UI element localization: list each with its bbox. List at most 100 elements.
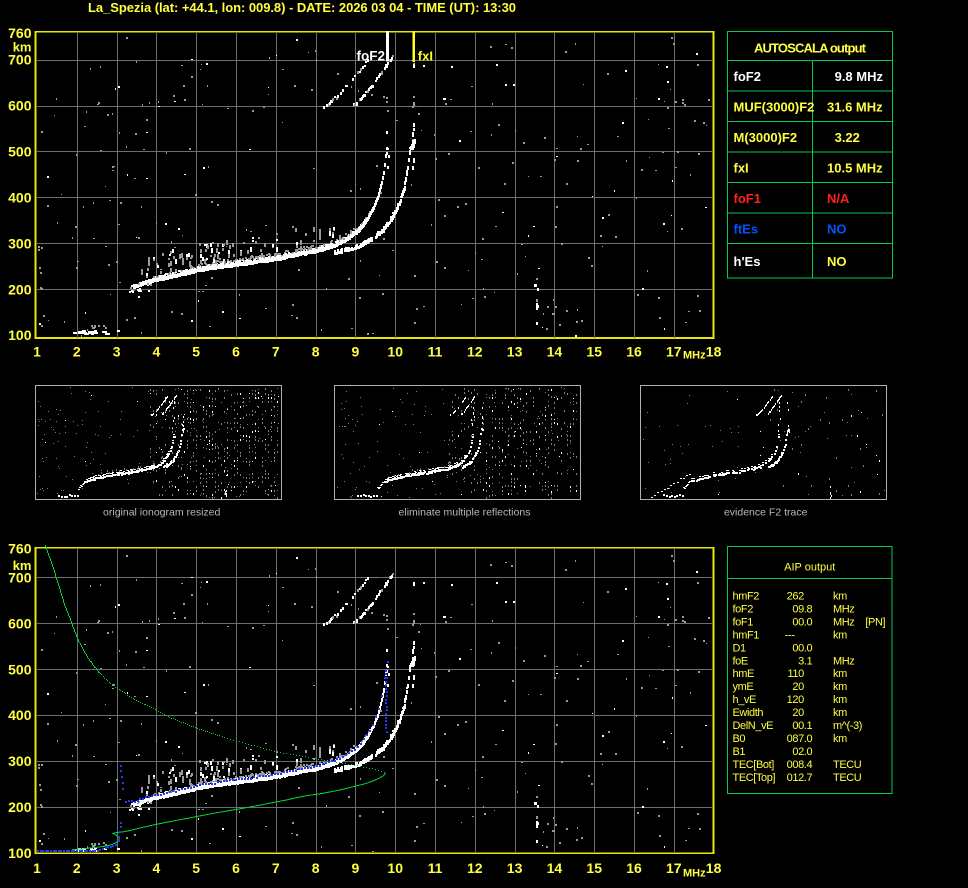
svg-text:km: km [833, 707, 847, 719]
svg-text:00: 00 [792, 720, 804, 732]
svg-text:09: 09 [792, 603, 804, 615]
svg-text:---: --- [785, 629, 796, 641]
svg-text:17: 17 [666, 860, 682, 876]
svg-text:760: 760 [8, 541, 32, 557]
svg-text:20: 20 [792, 681, 804, 693]
svg-text:10: 10 [387, 860, 403, 876]
svg-text:foE: foE [733, 655, 748, 667]
svg-text:6: 6 [232, 343, 240, 359]
svg-text:600: 600 [8, 98, 32, 114]
svg-text:100: 100 [8, 845, 32, 861]
svg-text:km: km [833, 591, 847, 603]
svg-text:MHz: MHz [833, 603, 854, 615]
svg-text:foF1: foF1 [734, 191, 761, 206]
svg-text:foF2: foF2 [734, 69, 761, 84]
svg-text:foF1: foF1 [733, 616, 754, 628]
svg-text:D1: D1 [733, 642, 747, 654]
svg-text:02: 02 [792, 746, 804, 758]
svg-text:foF2: foF2 [357, 49, 386, 64]
svg-text:N/A: N/A [827, 191, 850, 206]
svg-text:300: 300 [8, 753, 32, 769]
svg-text:km: km [13, 40, 32, 55]
svg-text:100: 100 [8, 327, 32, 343]
svg-text:[PN]: [PN] [865, 616, 885, 628]
svg-text:12: 12 [467, 343, 483, 359]
svg-text:120: 120 [787, 694, 804, 706]
svg-text:foF2: foF2 [733, 603, 754, 615]
svg-text:8: 8 [312, 860, 320, 876]
svg-text:MHz: MHz [833, 616, 854, 628]
svg-text:00: 00 [792, 642, 804, 654]
svg-text:200: 200 [8, 799, 32, 815]
svg-text:11: 11 [428, 860, 443, 876]
svg-text:MHz: MHz [683, 868, 706, 880]
svg-text:12: 12 [467, 860, 483, 876]
svg-text:110: 110 [787, 668, 804, 680]
svg-text:31.6 MHz: 31.6 MHz [827, 99, 883, 114]
svg-text:.1: .1 [804, 655, 813, 667]
svg-text:La_Spezia (lat: +44.1, lon: 00: La_Spezia (lat: +44.1, lon: 009.8) - DAT… [88, 0, 516, 15]
svg-text:14: 14 [547, 343, 563, 359]
svg-text:B1: B1 [733, 746, 746, 758]
svg-text:262: 262 [787, 591, 804, 603]
svg-text:300: 300 [8, 235, 32, 251]
svg-text:15: 15 [586, 860, 602, 876]
svg-text:3.22: 3.22 [835, 130, 860, 145]
svg-text:km: km [833, 694, 847, 706]
svg-text:14: 14 [547, 860, 563, 876]
svg-text:NO: NO [827, 221, 847, 236]
svg-text:km: km [833, 733, 847, 745]
svg-text:7: 7 [272, 860, 280, 876]
svg-text:15: 15 [586, 343, 602, 359]
svg-text:h_vE: h_vE [733, 694, 757, 706]
svg-text:1: 1 [33, 860, 41, 876]
svg-text:18: 18 [706, 860, 722, 876]
svg-text:fxI: fxI [418, 49, 433, 64]
svg-text:13: 13 [507, 860, 523, 876]
svg-text:km: km [13, 558, 32, 573]
svg-text:km: km [833, 629, 847, 641]
svg-text:eliminate multiple reflections: eliminate multiple reflections [399, 507, 531, 519]
svg-text:hmF2: hmF2 [733, 591, 760, 603]
svg-text:Ewidth: Ewidth [733, 707, 764, 719]
svg-text:00: 00 [792, 616, 804, 628]
svg-text:MHz: MHz [683, 350, 706, 362]
svg-text:3: 3 [113, 343, 121, 359]
svg-text:TEC[Bot]: TEC[Bot] [733, 759, 775, 771]
svg-text:11: 11 [428, 343, 443, 359]
svg-text:9: 9 [352, 860, 360, 876]
svg-text:087: 087 [787, 733, 804, 745]
svg-text:.0: .0 [804, 746, 813, 758]
svg-text:1: 1 [33, 343, 41, 359]
svg-text:20: 20 [792, 707, 804, 719]
svg-text:500: 500 [8, 143, 32, 159]
svg-text:10: 10 [387, 343, 403, 359]
svg-text:hmF1: hmF1 [733, 629, 760, 641]
svg-text:7: 7 [272, 343, 280, 359]
svg-text:.0: .0 [804, 733, 813, 745]
svg-text:2: 2 [73, 343, 81, 359]
svg-text:original ionogram resized: original ionogram resized [103, 507, 220, 519]
svg-text:ftEs: ftEs [734, 221, 759, 236]
svg-text:8: 8 [312, 343, 320, 359]
svg-text:.8: .8 [804, 603, 813, 615]
svg-text:6: 6 [232, 860, 240, 876]
svg-text:18: 18 [706, 343, 722, 359]
svg-text:AIP output: AIP output [784, 562, 835, 574]
svg-text:17: 17 [666, 343, 682, 359]
svg-text:13: 13 [507, 343, 523, 359]
svg-text:.0: .0 [804, 616, 813, 628]
svg-text:AUTOSCALA output: AUTOSCALA output [754, 41, 867, 56]
svg-text:km: km [833, 668, 847, 680]
svg-text:MHz: MHz [833, 655, 854, 667]
svg-text:TEC[Top]: TEC[Top] [733, 772, 776, 784]
svg-text:ymE: ymE [733, 681, 754, 693]
svg-text:B0: B0 [733, 733, 746, 745]
svg-text:16: 16 [626, 343, 642, 359]
svg-text:400: 400 [8, 707, 32, 723]
svg-text:.0: .0 [804, 642, 813, 654]
svg-text:m^(-3): m^(-3) [833, 720, 862, 732]
svg-text:500: 500 [8, 661, 32, 677]
svg-text:TECU: TECU [833, 772, 862, 784]
svg-text:fxI: fxI [734, 160, 749, 175]
